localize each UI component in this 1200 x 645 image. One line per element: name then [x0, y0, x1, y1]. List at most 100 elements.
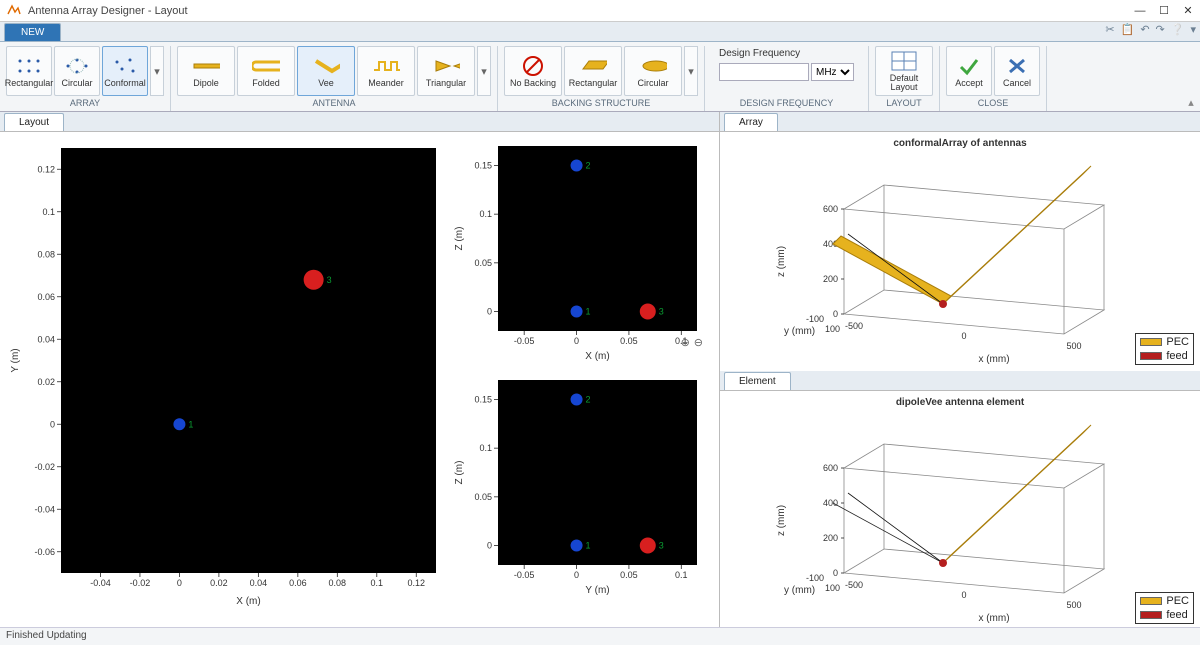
svg-text:x (mm): x (mm)	[978, 354, 1009, 364]
ribbon-tabrow: NEW ✂ 📋 ↶ ↷ ❔ ▾	[0, 22, 1200, 42]
tab-layout[interactable]: Layout	[4, 113, 64, 131]
close-button[interactable]: ✕	[1176, 0, 1200, 22]
content-area: Layout -0.04-0.0200.020.040.060.080.10.1…	[0, 112, 1200, 627]
app-icon	[6, 3, 22, 19]
svg-text:0: 0	[833, 309, 838, 319]
svg-text:-100: -100	[806, 314, 824, 324]
svg-text:0: 0	[833, 568, 838, 578]
maximize-button[interactable]: ☐	[1152, 0, 1176, 22]
x-icon	[1003, 55, 1031, 77]
help-icon[interactable]: ❔	[1171, 23, 1185, 36]
design-frequency-label: Design Frequency	[719, 48, 800, 59]
qa-icon[interactable]: ✂	[1105, 23, 1114, 36]
svg-text:3: 3	[659, 307, 664, 317]
svg-text:y (mm): y (mm)	[784, 585, 815, 596]
svg-text:0.05: 0.05	[620, 336, 638, 346]
circ-array-icon	[63, 55, 91, 77]
antenna-meander-button[interactable]: Meander	[357, 46, 415, 96]
svg-text:600: 600	[823, 463, 838, 473]
qa-icon[interactable]: ↶	[1140, 23, 1149, 36]
accept-button[interactable]: Accept	[946, 46, 992, 96]
svg-text:Z (m): Z (m)	[454, 227, 465, 251]
layout-icon	[890, 50, 918, 72]
svg-text:0.05: 0.05	[620, 570, 638, 580]
axes-xy-plot[interactable]: -0.04-0.0200.020.040.060.080.10.12-0.06-…	[6, 138, 446, 608]
array-3d-plot[interactable]: x (mm)y (mm)z (mm)0200400600-5000500-100…	[724, 149, 1184, 364]
svg-text:0.05: 0.05	[474, 492, 492, 502]
svg-text:-500: -500	[845, 321, 863, 331]
antenna-gallery-dropdown[interactable]: ▾	[477, 46, 491, 96]
legend-element: PEC feed	[1135, 592, 1194, 624]
svg-text:X (m): X (m)	[236, 596, 260, 607]
svg-text:3: 3	[327, 275, 332, 285]
svg-text:-0.02: -0.02	[130, 578, 151, 588]
svg-text:400: 400	[823, 498, 838, 508]
svg-text:100: 100	[825, 324, 840, 334]
svg-text:0.1: 0.1	[479, 209, 492, 219]
collapse-ribbon-icon[interactable]: ▾	[1190, 23, 1196, 36]
triangular-icon	[432, 55, 460, 77]
array-rectangular-button[interactable]: Rectangular	[6, 46, 52, 96]
ribbon-collapse-icon[interactable]: ▴	[1182, 46, 1200, 111]
zoom-in-icon[interactable]: ⊕	[681, 336, 690, 349]
svg-text:3: 3	[659, 541, 664, 551]
svg-text:0.08: 0.08	[37, 249, 55, 259]
svg-text:-0.05: -0.05	[514, 336, 535, 346]
svg-text:-0.02: -0.02	[34, 462, 55, 472]
svg-text:Z (m): Z (m)	[454, 461, 465, 485]
antenna-dipole-button[interactable]: Dipole	[177, 46, 235, 96]
svg-text:0.12: 0.12	[407, 578, 425, 588]
tab-array[interactable]: Array	[724, 113, 778, 131]
backing-gallery-dropdown[interactable]: ▾	[684, 46, 698, 96]
svg-text:x (mm): x (mm)	[978, 613, 1009, 623]
array-circular-button[interactable]: Circular	[54, 46, 100, 96]
svg-text:2: 2	[586, 394, 591, 404]
axes-xz-plot[interactable]: -0.0500.050.100.050.10.15X (m)Z (m)213	[450, 138, 705, 368]
qa-icon[interactable]: ↷	[1156, 23, 1165, 36]
svg-text:0.08: 0.08	[329, 578, 347, 588]
svg-text:2: 2	[586, 160, 591, 170]
ribbon-tab-new[interactable]: NEW	[4, 23, 61, 41]
array-conformal-button[interactable]: Conformal	[102, 46, 148, 96]
antenna-vee-button[interactable]: Vee	[297, 46, 355, 96]
axes-yz-plot[interactable]: -0.0500.050.100.050.10.15Y (m)Z (m)213	[450, 372, 705, 602]
backing-circular-button[interactable]: Circular	[624, 46, 682, 96]
ribbon: Rectangular Circular Conformal ▾ ARRAY D…	[0, 42, 1200, 112]
conformal-array-icon	[111, 55, 139, 77]
svg-text:0: 0	[961, 331, 966, 341]
svg-text:0.15: 0.15	[474, 160, 492, 170]
quick-access-toolbar: ✂ 📋 ↶ ↷ ❔ ▾	[1105, 23, 1196, 36]
svg-text:0: 0	[574, 570, 579, 580]
cancel-button[interactable]: Cancel	[994, 46, 1040, 96]
svg-text:500: 500	[1066, 600, 1081, 610]
svg-text:0.06: 0.06	[37, 292, 55, 302]
antenna-folded-button[interactable]: Folded	[237, 46, 295, 96]
svg-text:Y (m): Y (m)	[585, 585, 609, 596]
svg-text:-0.04: -0.04	[90, 578, 111, 588]
svg-text:y (mm): y (mm)	[784, 326, 815, 337]
svg-text:100: 100	[825, 583, 840, 593]
svg-text:500: 500	[1066, 341, 1081, 351]
svg-text:0: 0	[574, 336, 579, 346]
svg-text:z (mm): z (mm)	[776, 505, 787, 536]
element-3d-plot[interactable]: x (mm)y (mm)z (mm)0200400600-5000500-100…	[724, 408, 1184, 623]
ribbon-group-backing: No Backing Rectangular Circular ▾ BACKIN…	[498, 46, 705, 111]
check-icon	[955, 55, 983, 77]
backing-none-button[interactable]: No Backing	[504, 46, 562, 96]
qa-icon[interactable]: 📋	[1121, 23, 1135, 36]
design-frequency-input[interactable]	[719, 63, 809, 81]
backing-rectangular-button[interactable]: Rectangular	[564, 46, 622, 96]
element-plot-title: dipoleVee antenna element	[724, 393, 1196, 408]
svg-text:0: 0	[487, 307, 492, 317]
zoom-out-icon[interactable]: ⊖	[694, 336, 703, 349]
ribbon-group-antenna: Dipole Folded Vee Meander Triangular ▾ A…	[171, 46, 498, 111]
design-frequency-unit-select[interactable]: MHz	[811, 63, 854, 81]
antenna-triangular-button[interactable]: Triangular	[417, 46, 475, 96]
tab-element[interactable]: Element	[724, 372, 791, 390]
default-layout-button[interactable]: Default Layout	[875, 46, 933, 96]
window-title: Antenna Array Designer - Layout	[28, 5, 188, 17]
folded-icon	[252, 55, 280, 77]
minimize-button[interactable]: —	[1128, 0, 1152, 22]
array-gallery-dropdown[interactable]: ▾	[150, 46, 164, 96]
ribbon-group-layout: Default Layout LAYOUT	[869, 46, 940, 111]
